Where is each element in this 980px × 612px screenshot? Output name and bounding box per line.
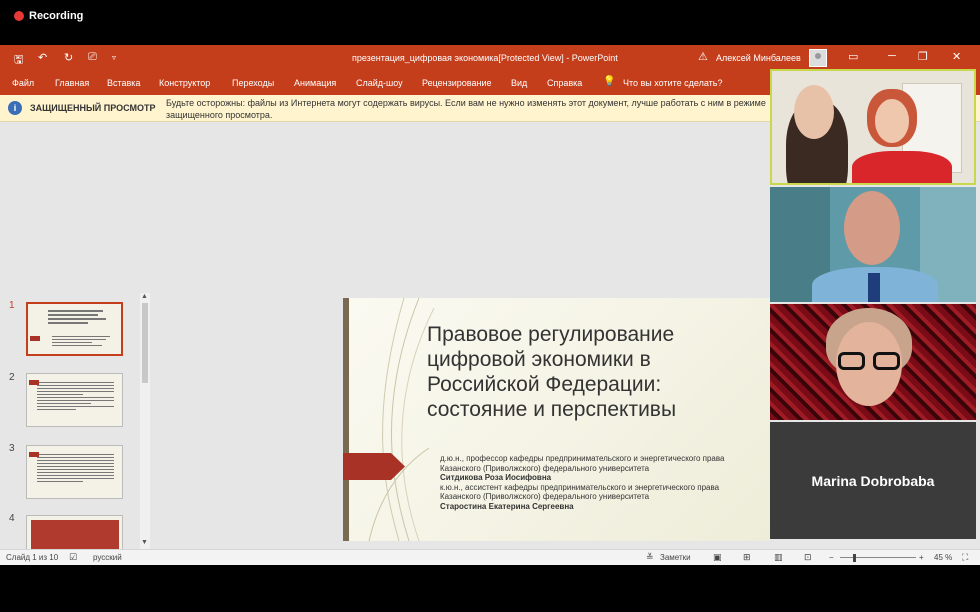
normal-view-icon[interactable]: ▣ — [713, 552, 722, 563]
warning-icon[interactable]: ⚠ — [698, 50, 708, 63]
recording-indicator: Recording — [14, 10, 83, 22]
glasses-icon — [873, 352, 900, 370]
zoom-slider[interactable] — [840, 557, 916, 558]
slide-editor: Правовое регулирование цифровой экономик… — [150, 293, 770, 549]
thumbnail-number: 2 — [9, 372, 15, 383]
participant-tile-3[interactable] — [770, 304, 976, 420]
zoom-out-button[interactable]: − — [829, 553, 834, 562]
slide-left-bar — [343, 298, 349, 541]
thumbnail-number: 1 — [9, 300, 15, 311]
slide-thumbnail-3[interactable] — [26, 445, 123, 499]
tab-review[interactable]: Рецензирование — [422, 78, 492, 88]
author1-university: Казанского (Приволжского) федерального у… — [440, 463, 650, 473]
participant-tile-1[interactable] — [770, 69, 976, 185]
author1-name: Ситдикова Роза Иосифовна — [440, 473, 552, 482]
participant-tie — [868, 273, 880, 302]
participant-tile-4[interactable]: Marina Dobrobaba — [770, 422, 976, 539]
participant-face — [875, 99, 909, 143]
window-title: презентация_цифровая экономика[Protected… — [352, 53, 618, 63]
tab-animations[interactable]: Анимация — [294, 78, 336, 88]
slide-thumbnail-4[interactable] — [26, 515, 123, 549]
save-icon[interactable]: 🖫 — [14, 51, 23, 70]
spellcheck-icon[interactable]: ☑ — [69, 552, 77, 563]
undo-icon[interactable]: ↶ — [38, 51, 47, 64]
slide-arrow-shape — [343, 453, 405, 480]
user-name[interactable]: Алексей Минбалеев — [716, 53, 801, 63]
slide-thumbnails-pane: 1 2 3 4 — [0, 293, 150, 549]
shield-info-icon: i — [8, 101, 22, 115]
slide-sorter-icon[interactable]: ⊞ — [743, 552, 751, 563]
scroll-up-icon[interactable]: ▲ — [141, 293, 148, 300]
author2-name: Старостина Екатерина Сергеевна — [440, 501, 574, 511]
slideshow-view-icon[interactable]: ⊡ — [804, 552, 812, 563]
minimize-icon[interactable]: ─ — [888, 50, 896, 62]
slide-counter: Слайд 1 из 10 — [6, 553, 59, 562]
zoom-slider-thumb[interactable] — [853, 554, 856, 562]
notes-icon[interactable]: ≚ — [646, 552, 654, 563]
decorative-swoosh — [368, 298, 435, 541]
status-bar: Слайд 1 из 10 ☑ русский ≚ Заметки ▣ ⊞ ▥ … — [0, 549, 980, 565]
recording-label: Recording — [29, 10, 84, 22]
slide-thumbnail-2[interactable] — [26, 373, 123, 427]
participant-face — [844, 191, 900, 265]
restore-icon[interactable]: ❐ — [918, 50, 928, 63]
thumbnail-number: 3 — [9, 443, 15, 454]
tab-insert[interactable]: Вставка — [107, 78, 140, 88]
presentation-icon[interactable]: ⎚ — [88, 51, 97, 64]
tab-design[interactable]: Конструктор — [159, 78, 210, 88]
zoom-in-button[interactable]: + — [919, 553, 924, 562]
participant-clothing — [852, 151, 952, 183]
tab-view[interactable]: Вид — [511, 78, 527, 88]
screen: Recording 🖫 ↶ ↻ ⎚ ▿ презентация_цифровая… — [0, 0, 980, 612]
language-indicator[interactable]: русский — [93, 553, 122, 562]
thumbnail-number: 4 — [9, 513, 15, 524]
author1-position: д.ю.н., профессор кафедры предпринимател… — [440, 454, 725, 463]
author2-position: к.ю.н., ассистент кафедры предпринимател… — [440, 482, 720, 492]
slide-thumbnail-1[interactable] — [26, 302, 123, 356]
fit-slide-icon[interactable]: ⛶ — [962, 552, 968, 563]
tab-transitions[interactable]: Переходы — [232, 78, 274, 88]
zoom-level[interactable]: 45 % — [934, 553, 952, 562]
ribbon-display-icon[interactable]: ▭ — [848, 50, 858, 63]
current-slide[interactable]: Правовое регулирование цифровой экономик… — [343, 298, 770, 541]
title-bar: 🖫 ↶ ↻ ⎚ ▿ презентация_цифровая экономика… — [0, 45, 980, 71]
tab-home[interactable]: Главная — [55, 78, 89, 88]
slide-authors: д.ю.н., профессор кафедры предпринимател… — [440, 454, 770, 511]
customize-toolbar-icon[interactable]: ▿ — [112, 53, 116, 62]
participant-name: Marina Dobrobaba — [811, 473, 935, 489]
tab-slideshow[interactable]: Слайд-шоу — [356, 78, 403, 88]
protected-view-message: Будьте осторожны: файлы из Интернета мог… — [166, 98, 766, 120]
scrollbar-thumb[interactable] — [142, 303, 148, 383]
participant-face — [794, 85, 834, 139]
avatar[interactable] — [809, 49, 827, 67]
participant-tile-2[interactable] — [770, 187, 976, 302]
tab-help[interactable]: Справка — [547, 78, 582, 88]
tab-file[interactable]: Файл — [12, 78, 34, 88]
notes-button[interactable]: Заметки — [660, 553, 691, 562]
scroll-down-icon[interactable]: ▼ — [141, 539, 148, 546]
tell-me-search[interactable]: Что вы хотите сделать? — [623, 78, 723, 88]
redo-icon[interactable]: ↻ — [64, 51, 73, 64]
recording-dot-icon — [14, 11, 24, 21]
thumbnails-scrollbar[interactable]: ▲ ▼ — [140, 293, 150, 549]
glasses-icon — [838, 352, 865, 370]
protected-view-label: ЗАЩИЩЕННЫЙ ПРОСМОТР — [30, 103, 156, 113]
close-icon[interactable]: ✕ — [952, 50, 961, 63]
lightbulb-icon[interactable]: 💡 — [603, 76, 615, 87]
reading-view-icon[interactable]: ▥ — [774, 552, 783, 563]
slide-title: Правовое регулирование цифровой экономик… — [427, 323, 677, 421]
author2-university: Казанского (Приволжского) федерального у… — [440, 492, 650, 501]
